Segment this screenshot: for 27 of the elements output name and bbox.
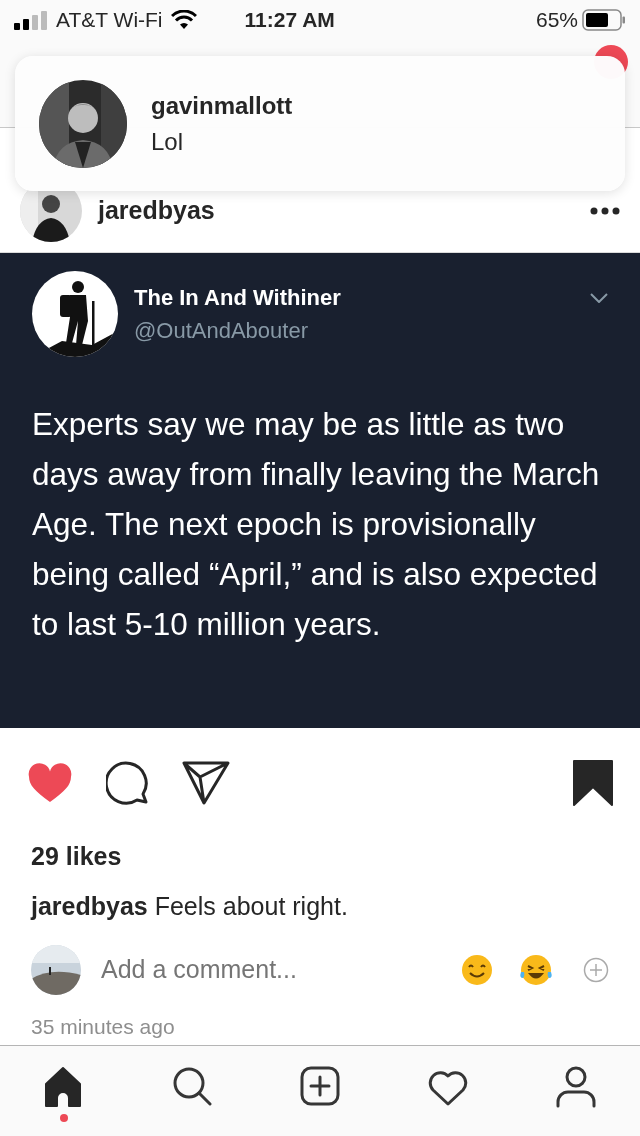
send-icon[interactable]: [182, 761, 230, 805]
notification-message: Lol: [151, 126, 185, 157]
clock: 11:27 AM: [244, 7, 335, 34]
battery-percent: 65%: [535, 7, 578, 34]
likes-count[interactable]: 29 likes: [31, 838, 609, 876]
add-post-icon[interactable]: [298, 1064, 342, 1108]
profile-icon[interactable]: [554, 1064, 598, 1108]
smiling-emoji-icon[interactable]: [461, 954, 493, 986]
more-icon[interactable]: [590, 207, 620, 215]
battery-icon: [582, 9, 626, 31]
comment-field[interactable]: Add a comment...: [99, 950, 461, 990]
post-time: 35 minutes ago: [31, 1014, 176, 1040]
tweet-handle: @OutAndAbouter: [134, 317, 309, 345]
laughing-emoji-icon[interactable]: [519, 954, 553, 986]
notification-username: gavinmallott: [151, 90, 293, 121]
signal-icon: [14, 10, 48, 30]
chevron-icon: [590, 293, 608, 303]
tweet-text: Experts say we may be as little as two days away from finally leaving the March Age. The next epoch is provisionally being called “April,” and is also expected to last 5-10 million years.: [32, 405, 601, 644]
tweet-author: The In And Withiner: [134, 284, 341, 312]
post-username[interactable]: jaredbyas: [98, 192, 215, 230]
carrier-name: AT&T Wi-Fi: [56, 7, 163, 34]
post-caption: jaredbyas Feels about right.: [31, 890, 349, 922]
bookmark-icon[interactable]: [572, 759, 614, 807]
active-dot: [60, 1114, 68, 1122]
wifi-icon: [170, 10, 197, 30]
like-icon[interactable]: [26, 762, 74, 804]
notification-banner[interactable]: gavinmallott Lol: [15, 56, 625, 191]
